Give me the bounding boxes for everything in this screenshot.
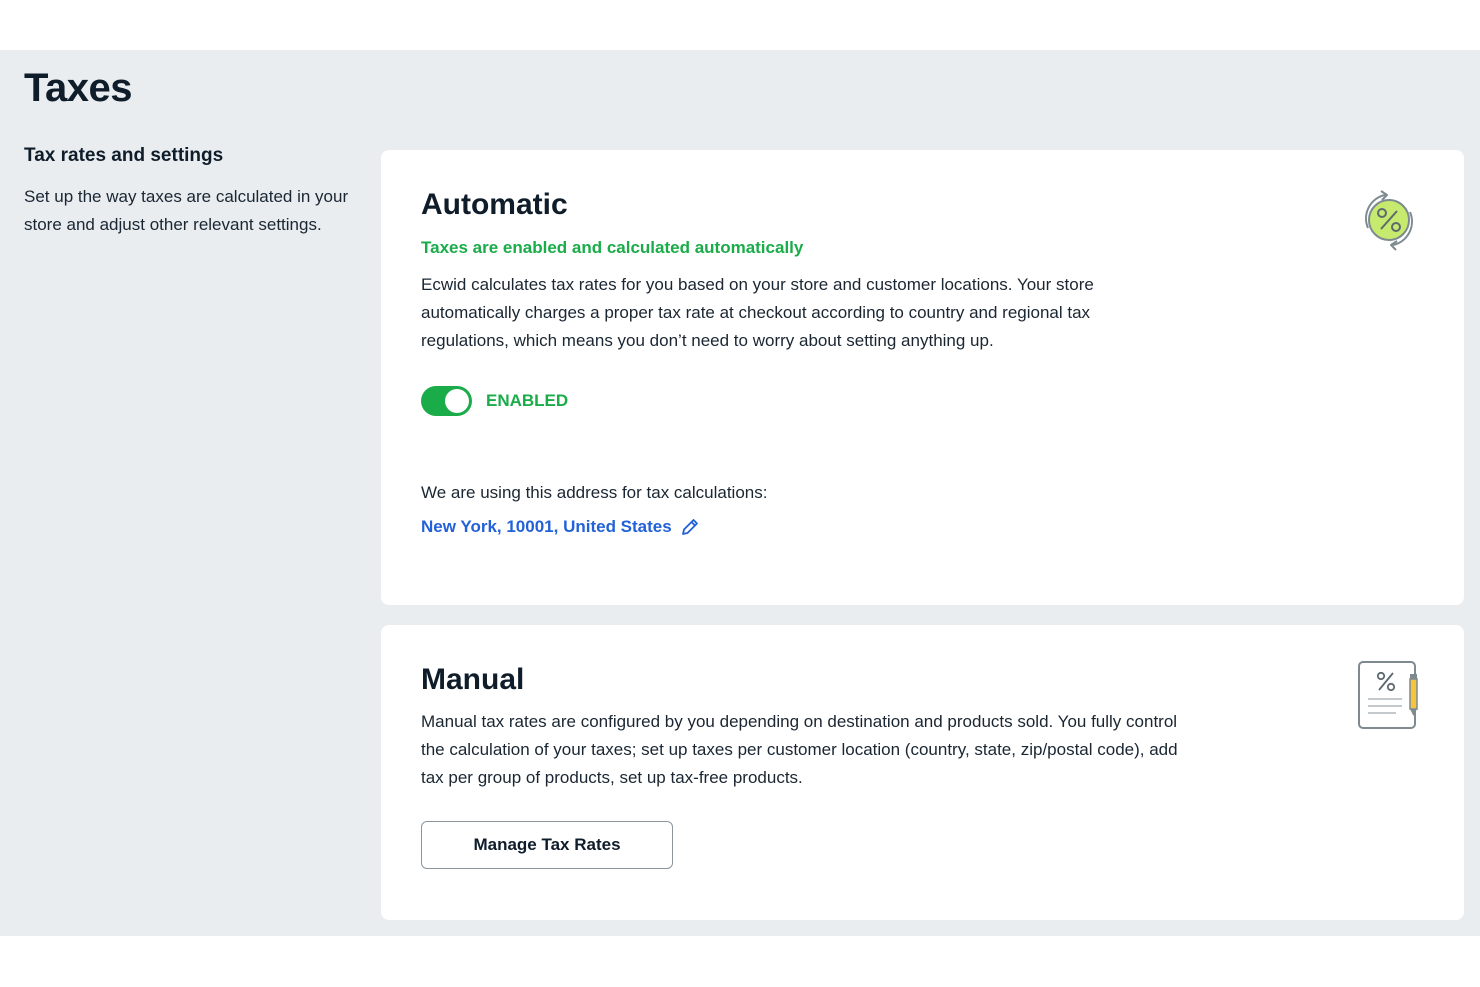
manual-description: Manual tax rates are configured by you d…: [421, 712, 1178, 787]
toggle-knob: [445, 389, 469, 413]
automatic-status: Taxes are enabled and calculated automat…: [421, 238, 804, 257]
manual-title: Manual: [421, 663, 525, 696]
edit-address-link[interactable]: New York, 10001, United States: [421, 517, 700, 537]
section-sidebar: Tax rates and settings Set up the way ta…: [24, 145, 364, 239]
automatic-title: Automatic: [421, 188, 568, 221]
toggle-label: ENABLED: [486, 391, 569, 410]
section-description: Set up the way taxes are calculated in y…: [24, 187, 349, 234]
automatic-description: Ecwid calculates tax rates for you based…: [421, 275, 1094, 350]
percent-document-icon: [1358, 661, 1418, 729]
percent-cycle-icon: [1365, 190, 1413, 251]
address-text: New York, 10001, United States: [421, 517, 672, 536]
pencil-icon: [681, 519, 698, 535]
section-title: Tax rates and settings: [24, 145, 224, 166]
automatic-tax-card: Automatic Taxes are enabled and calculat…: [381, 150, 1464, 605]
taxes-page: Taxes Tax rates and settings Set up the …: [0, 50, 1480, 936]
address-label: We are using this address for tax calcul…: [421, 483, 768, 502]
automatic-toggle-row: ENABLED: [421, 386, 568, 416]
page-title: Taxes: [24, 66, 132, 110]
manual-tax-card: Manual Manual tax rates are configured b…: [381, 625, 1464, 920]
manage-tax-rates-button[interactable]: Manage Tax Rates: [421, 821, 673, 869]
automatic-tax-toggle[interactable]: [421, 386, 472, 416]
